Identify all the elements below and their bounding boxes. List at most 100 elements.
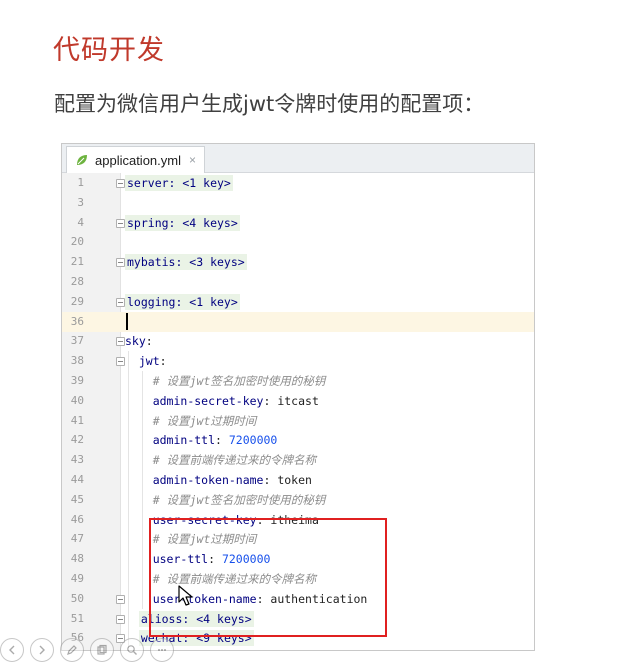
fold-toggle-icon[interactable]: [116, 357, 125, 367]
line-number: 46: [70, 512, 84, 526]
code-line[interactable]: 38 jwt:: [62, 351, 534, 371]
line-number: 29: [70, 294, 84, 308]
code-line[interactable]: 41 # 设置jwt过期时间: [62, 411, 534, 431]
code-token: # 设置jwt过期时间: [125, 413, 257, 428]
fold-toggle-icon[interactable]: [116, 614, 125, 624]
fold-toggle-icon[interactable]: [116, 218, 125, 228]
close-icon[interactable]: ×: [189, 153, 196, 167]
spring-leaf-icon: [77, 155, 87, 165]
line-number: 28: [70, 275, 84, 288]
next-button[interactable]: [30, 638, 54, 662]
code-token: :: [159, 354, 167, 369]
code-token: # 设置前端传递过来的令牌名称: [125, 572, 317, 586]
code-text: spring: <4 keys>: [125, 213, 240, 233]
line-number: 50: [70, 591, 84, 605]
code-token: admin-ttl: [152, 433, 216, 448]
fold-toggle-icon[interactable]: [116, 594, 125, 604]
code-line[interactable]: 42 admin-ttl: 7200000: [62, 430, 534, 450]
code-text: # 设置jwt过期时间: [125, 529, 257, 549]
line-number: 40: [70, 393, 84, 407]
code-token: : authentication: [256, 591, 368, 606]
presentation-toolbar: [0, 637, 210, 663]
code-text: admin-ttl: 7200000: [125, 430, 278, 450]
tab-application-yml[interactable]: application.yml ×: [66, 146, 206, 173]
copy-button[interactable]: [90, 638, 114, 662]
code-line[interactable]: 28: [62, 272, 534, 292]
indent-guide: [128, 351, 129, 649]
code-line[interactable]: 29 logging: <1 key>: [62, 292, 534, 312]
line-number: 43: [70, 453, 84, 467]
line-number: 47: [70, 532, 84, 546]
code-line[interactable]: 45 # 设置jwt签名加密时使用的秘钥: [62, 490, 534, 510]
code-text: sky:: [125, 331, 153, 351]
code-line[interactable]: 39 # 设置jwt签名加密时使用的秘钥: [62, 371, 534, 391]
mouse-cursor-icon: [178, 585, 193, 606]
code-token: jwt: [138, 354, 160, 369]
code-token: 7200000: [221, 552, 271, 567]
line-number: 42: [70, 433, 84, 447]
code-line[interactable]: 44 admin-token-name: token: [62, 470, 534, 490]
next-icon: [39, 645, 45, 655]
code-text: logging: <1 key>: [125, 292, 240, 312]
line-number: 49: [70, 572, 84, 585]
code-line[interactable]: 51 alioss: <4 keys>: [62, 609, 534, 629]
line-number: 20: [70, 235, 84, 249]
code-line[interactable]: 20: [62, 232, 534, 252]
code-line[interactable]: 3: [62, 193, 534, 213]
code-token: :: [208, 552, 222, 567]
code-token: user-secret-key: [152, 512, 257, 527]
code-line[interactable]: 47 # 设置jwt过期时间: [62, 529, 534, 549]
fold-toggle-icon[interactable]: [116, 337, 125, 347]
code-line[interactable]: 50 user-token-name: authentication: [62, 589, 534, 609]
line-number: 39: [70, 374, 84, 387]
text-caret: [126, 312, 128, 330]
line-number: 4: [77, 215, 84, 229]
line-number: 44: [70, 473, 84, 486]
code-line[interactable]: 46 user-secret-key: itheima: [62, 510, 534, 530]
code-line[interactable]: 21 mybatis: <3 keys>: [62, 252, 534, 272]
code-line[interactable]: 1 server: <1 key>: [62, 173, 534, 193]
fold-toggle-icon[interactable]: [116, 258, 125, 268]
code-token: server: <1 key>: [125, 175, 233, 191]
code-area[interactable]: 1 server: <1 key> 3 4 spring: <4 keys> 20 21 my…: [62, 173, 534, 650]
code-text: user-secret-key: itheima: [125, 510, 319, 530]
code-line[interactable]: 37 sky:: [62, 331, 534, 351]
code-text: # 设置前端传递过来的令牌名称: [125, 450, 316, 470]
code-text: admin-token-name: token: [125, 470, 312, 490]
pen-button[interactable]: [60, 638, 84, 662]
code-token: mybatis: <3 keys>: [125, 254, 247, 271]
prev-button[interactable]: [0, 638, 24, 662]
code-text: mybatis: <3 keys>: [125, 252, 247, 272]
code-line[interactable]: 4 spring: <4 keys>: [62, 213, 534, 233]
fold-toggle-icon[interactable]: [116, 297, 125, 307]
code-text: user-token-name: authentication: [125, 589, 368, 609]
code-line[interactable]: 43 # 设置前端传递过来的令牌名称: [62, 450, 534, 470]
pen-icon: [67, 645, 77, 655]
fold-toggle-icon[interactable]: [116, 179, 125, 188]
slide-title: 代码开发: [53, 35, 165, 66]
code-token: :: [145, 334, 153, 349]
code-line[interactable]: 40 admin-secret-key: itcast: [62, 391, 534, 411]
code-token: alioss: <4 keys>: [138, 610, 254, 627]
code-line[interactable]: 48 user-ttl: 7200000: [62, 549, 534, 569]
code-line[interactable]: 36: [62, 311, 534, 332]
code-line[interactable]: 49 # 设置前端传递过来的令牌名称: [62, 569, 534, 589]
code-token: sky: [125, 334, 146, 349]
line-number: 37: [70, 334, 84, 348]
code-token: # 设置jwt过期时间: [125, 532, 257, 547]
code-token: :: [215, 433, 229, 448]
more-button[interactable]: [150, 638, 174, 662]
code-token: user-token-name: [152, 591, 257, 606]
code-text: # 设置前端传递过来的令牌名称: [125, 569, 316, 589]
code-text: server: <1 key>: [125, 173, 233, 193]
code-token: 7200000: [228, 433, 278, 448]
indent-guide: [142, 371, 143, 609]
code-token: user-ttl: [152, 552, 209, 567]
code-token: admin-token-name: [152, 473, 264, 487]
zoom-button[interactable]: [120, 638, 144, 662]
